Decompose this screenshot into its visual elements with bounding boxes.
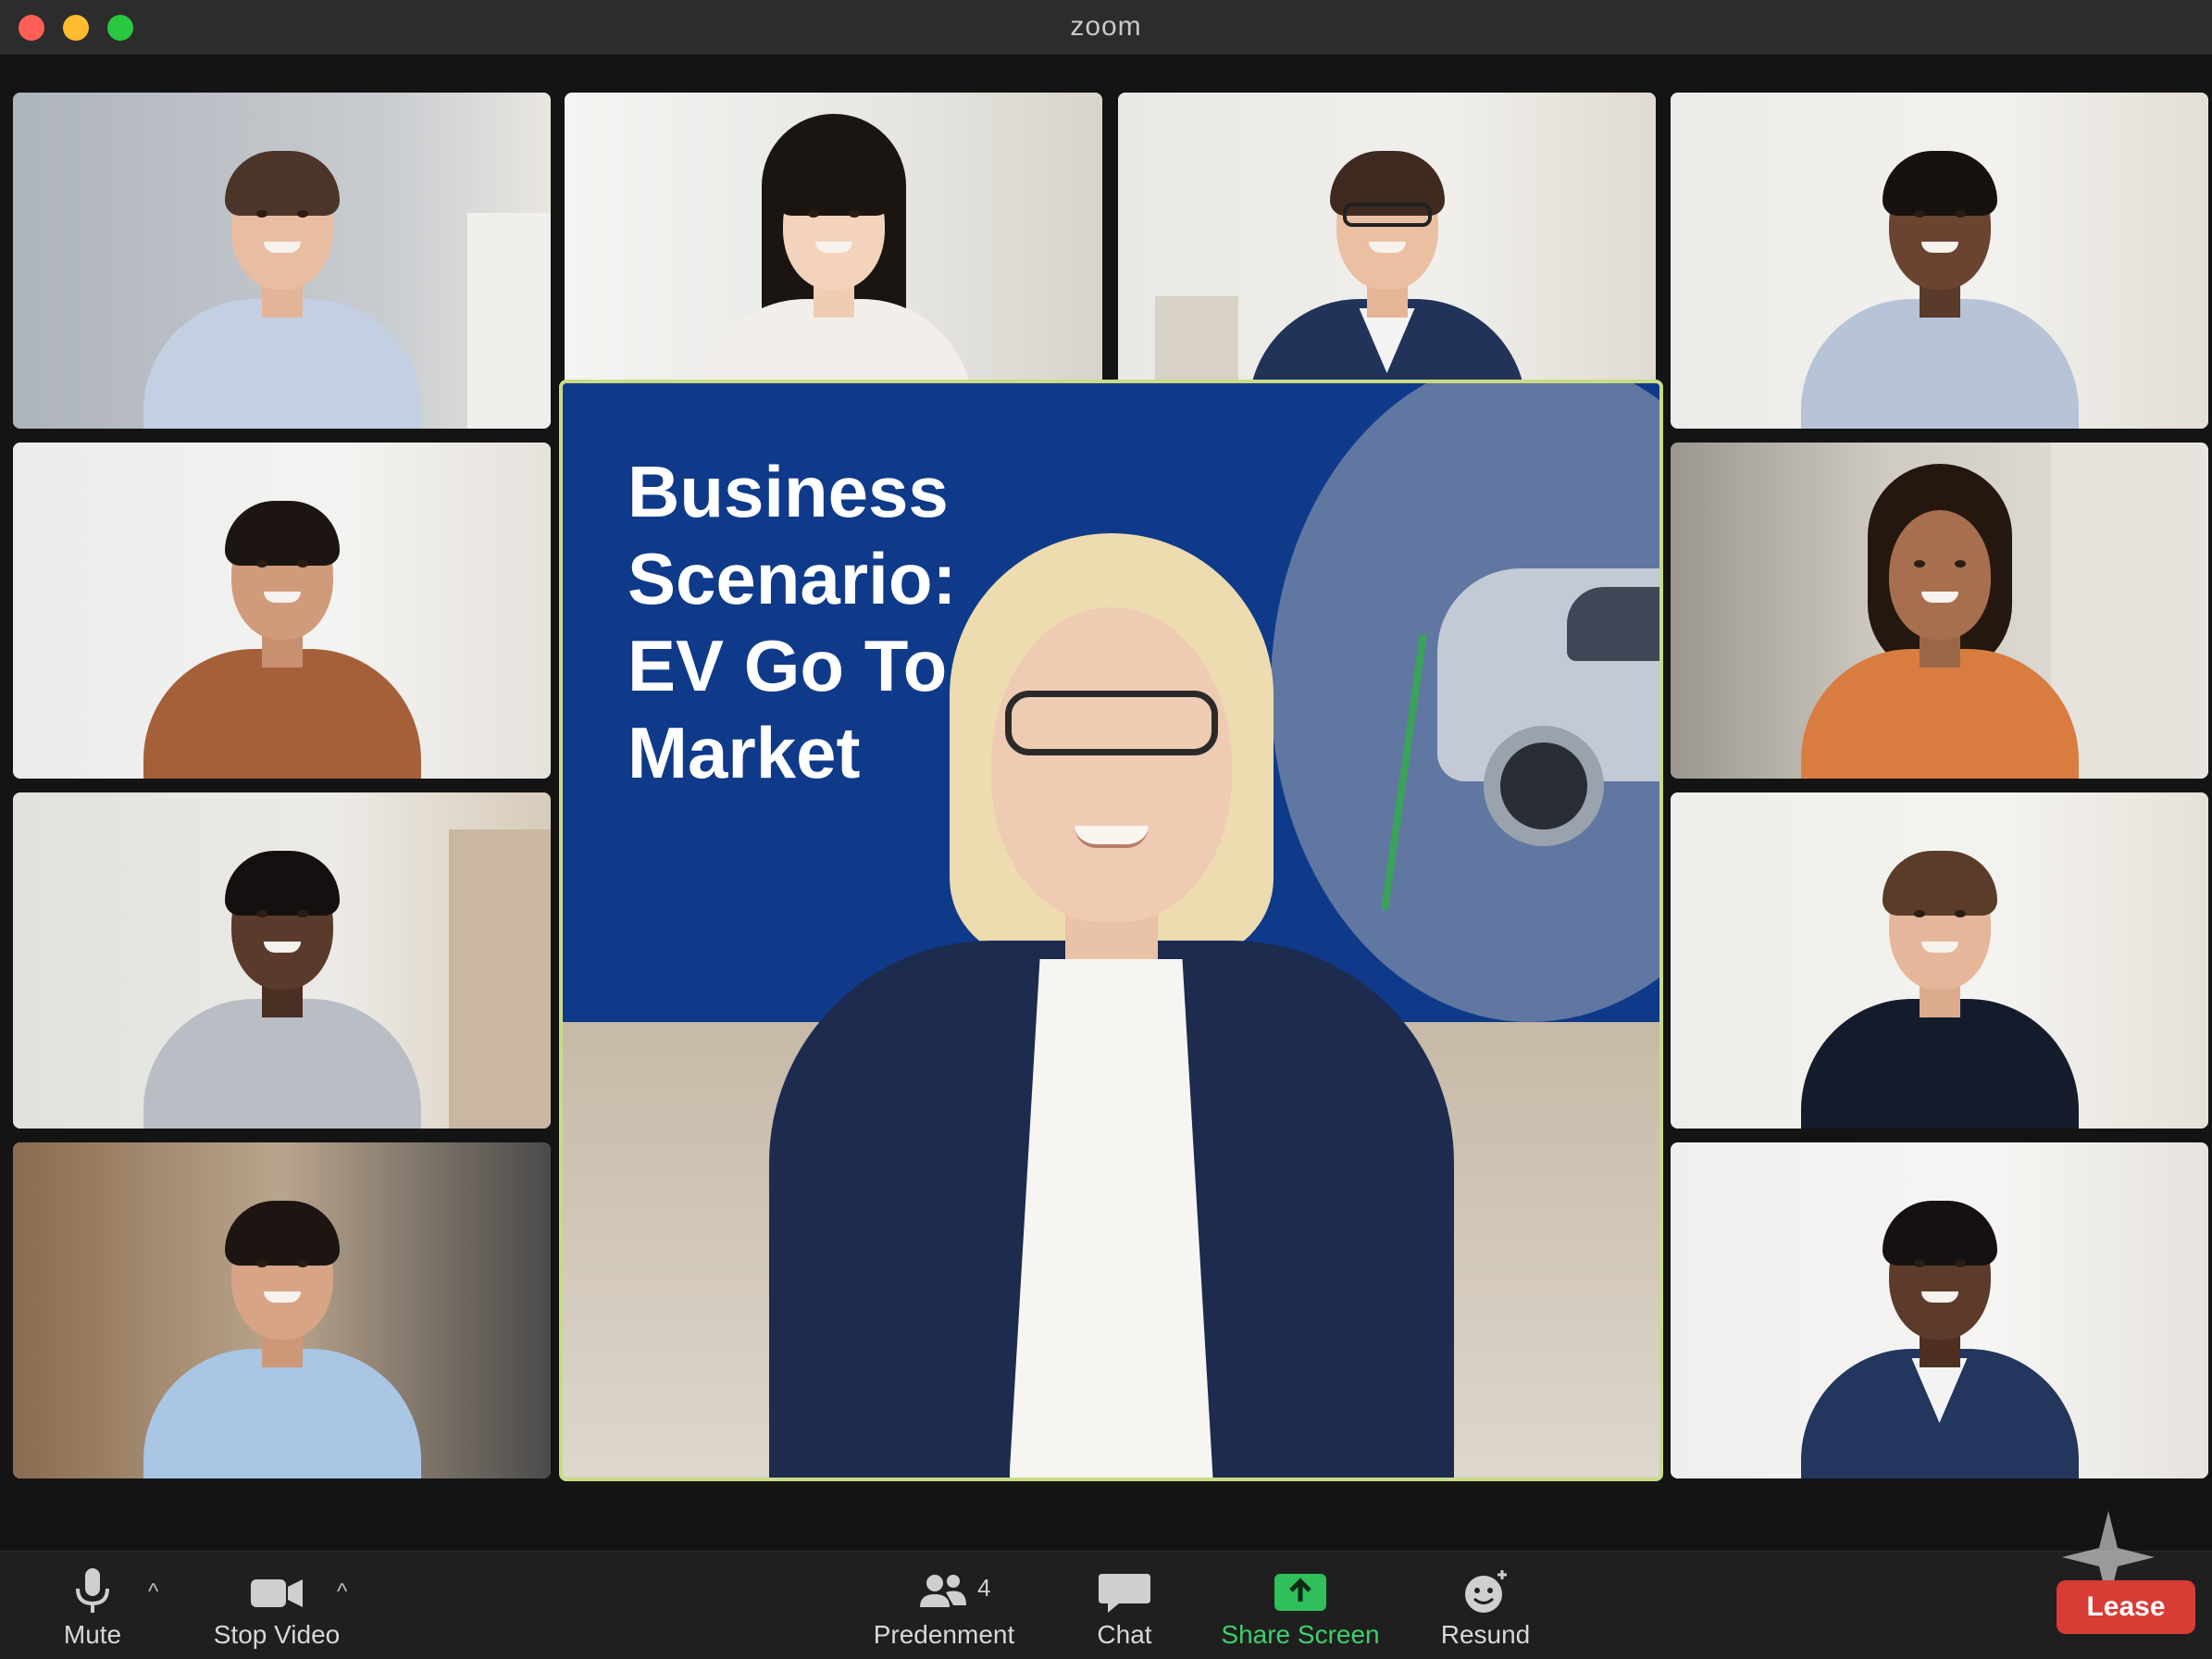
meeting-controls-toolbar: Mute ^ Stop Video ^ 4 Predenment Chat Sh… (0, 1551, 2212, 1659)
participant-video-tile[interactable] (13, 1142, 551, 1478)
video-options-chevron-icon[interactable]: ^ (337, 1579, 347, 1605)
participant-video-tile[interactable] (1118, 93, 1656, 429)
participant-video-tile[interactable] (13, 443, 551, 779)
mute-button[interactable]: Mute (37, 1552, 148, 1659)
reactions-label: Resund (1440, 1620, 1531, 1649)
window-title: zoom (1070, 11, 1142, 42)
participant-video-tile[interactable] (565, 93, 1102, 429)
active-speaker-video[interactable]: Business Scenario: EV Go To Market (559, 380, 1663, 1481)
participant-video-tile[interactable] (1671, 792, 2208, 1129)
mute-label: Mute (63, 1620, 122, 1649)
window-titlebar: zoom (0, 0, 2212, 56)
audio-options-chevron-icon[interactable]: ^ (148, 1579, 158, 1605)
participant-video-tile[interactable] (13, 93, 551, 429)
chat-button[interactable]: Chat (1074, 1552, 1175, 1659)
presenter (695, 468, 1528, 1478)
share-screen-button[interactable]: Share Screen (1212, 1552, 1388, 1659)
stop-video-label: Stop Video (213, 1620, 341, 1649)
participant-video-tile[interactable] (1671, 1142, 2208, 1478)
stop-video-button[interactable]: Stop Video (198, 1552, 355, 1659)
video-camera-icon (251, 1579, 303, 1607)
leave-meeting-button[interactable]: Lease (2057, 1580, 2195, 1634)
chat-label: Chat (1097, 1620, 1152, 1649)
share-screen-icon (1274, 1574, 1326, 1611)
reactions-button[interactable]: Resund (1425, 1552, 1546, 1659)
microphone-icon (76, 1568, 109, 1613)
share-screen-label: Share Screen (1221, 1620, 1380, 1649)
participants-button[interactable]: 4 Predenment (861, 1552, 1027, 1659)
chat-bubble-icon (1099, 1574, 1150, 1613)
participant-video-tile[interactable] (13, 792, 551, 1129)
participants-icon (920, 1575, 966, 1607)
video-gallery: Business Scenario: EV Go To Market (0, 56, 2212, 1551)
participant-video-tile[interactable] (1671, 443, 2208, 779)
reactions-icon (1465, 1570, 1507, 1613)
participants-label: Predenment (873, 1620, 1015, 1649)
participants-count: 4 (977, 1574, 991, 1602)
participant-video-tile[interactable] (1671, 93, 2208, 429)
